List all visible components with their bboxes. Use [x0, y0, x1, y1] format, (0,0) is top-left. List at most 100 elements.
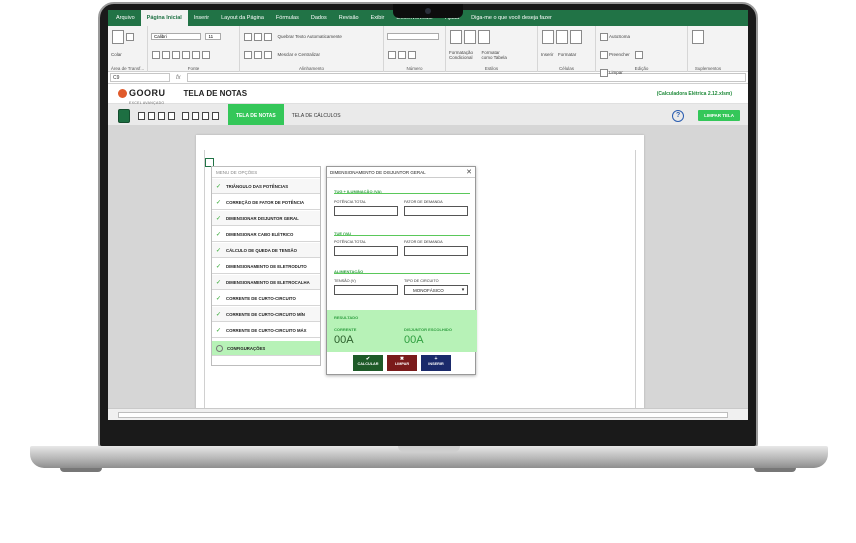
save-icon[interactable]	[138, 111, 145, 120]
tell-me-search[interactable]: Diga-me o que você deseja fazer	[465, 10, 558, 26]
horizontal-scrollbar[interactable]	[108, 408, 748, 420]
tug-total-power-input[interactable]	[334, 206, 398, 216]
clear-screen-button[interactable]: LIMPAR TELA	[698, 110, 740, 121]
underline-icon[interactable]	[172, 50, 180, 59]
menu-item-short-circuit-max[interactable]: ✓ CORRENTE DE CURTO-CIRCUITO MÁX	[212, 322, 320, 338]
format-cells-icon[interactable]	[570, 29, 582, 44]
menu-item-conduit[interactable]: ✓ DIMENSIONAMENTO DE ELETRODUTO	[212, 258, 320, 274]
border-icon[interactable]	[182, 50, 190, 59]
format-table-icon[interactable]	[464, 29, 476, 44]
paste-label[interactable]: Colar	[111, 52, 122, 57]
align-middle-icon[interactable]	[254, 32, 262, 41]
bold-icon[interactable]	[152, 50, 160, 59]
menu-item-settings[interactable]: CONFIGURAÇÕES	[212, 340, 320, 356]
align-right-icon[interactable]	[264, 50, 272, 59]
font-size-select[interactable]: 11	[205, 33, 222, 41]
delete-cells-icon[interactable]	[556, 29, 568, 44]
tab-insert[interactable]: Inserir	[188, 10, 215, 26]
pdf-icon[interactable]	[202, 111, 209, 120]
tab-data[interactable]: Dados	[305, 10, 333, 26]
fill-color-icon[interactable]	[192, 50, 200, 59]
number-format-select[interactable]	[387, 33, 439, 41]
image-icon[interactable]	[148, 111, 155, 120]
help-icon[interactable]: ?	[672, 109, 685, 122]
currency-icon[interactable]	[388, 50, 396, 59]
percent-icon[interactable]	[398, 50, 406, 59]
voltage-input[interactable]	[334, 285, 398, 295]
insert-cells-label[interactable]: Inserir	[541, 52, 554, 57]
cell-styles-icon[interactable]	[478, 29, 490, 44]
cut-icon[interactable]	[126, 32, 134, 41]
tue-total-power-input[interactable]	[334, 246, 398, 256]
circuit-type-select[interactable]: MONOFÁSICO ▾	[404, 285, 468, 295]
align-top-icon[interactable]	[244, 32, 252, 41]
font-color-icon[interactable]	[202, 50, 210, 59]
check-icon: ✓	[216, 199, 222, 206]
excel-icon[interactable]	[118, 108, 130, 123]
close-file-icon[interactable]	[168, 111, 175, 120]
tab-notes-screen[interactable]: TELA DE NOTAS	[228, 103, 284, 128]
tab-review[interactable]: Revisão	[333, 10, 365, 26]
dialog-title: DIMENSIONAMENTO DE DISJUNTOR GERAL ✕	[327, 167, 475, 178]
comma-icon[interactable]	[408, 50, 416, 59]
align-center-icon[interactable]	[254, 50, 262, 59]
font-name-select[interactable]: Calibri	[151, 33, 201, 41]
breaker-label: DISJUNTOR ESCOLHIDO	[404, 327, 452, 332]
menu-item-breaker[interactable]: ✓ DIMENSIONAR DISJUNTOR GERAL	[212, 210, 320, 226]
calculator-icon[interactable]	[182, 111, 189, 120]
check-icon: ✓	[216, 295, 222, 302]
ribbon: Colar Área de Transf... Calibri 11 Fonte…	[108, 26, 748, 77]
find-icon[interactable]	[635, 50, 644, 59]
menu-item-power-triangle[interactable]: ✓ TRIÂNGULO DAS POTÊNCIAS	[212, 178, 320, 194]
paste-icon[interactable]	[112, 29, 124, 44]
clear-button[interactable]: ✖ LIMPAR	[387, 355, 417, 371]
export-icon[interactable]	[158, 111, 165, 120]
supplements-icon[interactable]	[692, 29, 704, 44]
menu-item-voltage-drop[interactable]: ✓ CÁLCULO DE QUEDA DE TENSÃO	[212, 242, 320, 258]
insert-button[interactable]: + INSERIR	[421, 355, 451, 371]
scroll-thumb[interactable]	[118, 411, 728, 418]
document-icon[interactable]	[192, 111, 199, 120]
format-cells-label[interactable]: Formatar	[558, 52, 576, 57]
tab-calc-screen[interactable]: TELA DE CÁLCULOS	[284, 104, 349, 128]
merge-center-button[interactable]: Mesclar e Centralizar	[277, 52, 320, 57]
worksheet-area[interactable]: MENU DE OPÇÕES ✓ TRIÂNGULO DAS POTÊNCIAS …	[108, 125, 748, 415]
autosum-icon[interactable]	[600, 32, 608, 41]
current-value: 00A	[334, 334, 354, 346]
format-table-label[interactable]: Formatar como Tabela	[481, 50, 509, 60]
close-icon[interactable]: ✕	[466, 168, 472, 176]
menu-item-cable-tray[interactable]: ✓ DIMENSIONAMENTO DE ELETROCALHA	[212, 274, 320, 290]
formula-input[interactable]	[186, 73, 746, 82]
tab-home[interactable]: Página Inicial	[140, 10, 188, 26]
fx-icon[interactable]: fx	[176, 75, 181, 81]
fill-icon[interactable]	[600, 50, 608, 59]
italic-icon[interactable]	[162, 50, 170, 59]
conditional-format-label[interactable]: Formatação Condicional	[449, 50, 477, 60]
conditional-format-icon[interactable]	[450, 29, 462, 44]
wrap-text-button[interactable]: Quebrar Texto Automaticamente	[277, 34, 341, 39]
group-number: Número	[384, 26, 446, 72]
menu-item-cable[interactable]: ✓ DIMENSIONAR CABO ELÉTRICO	[212, 226, 320, 242]
tug-demand-factor-label: FATOR DE DEMANDA	[404, 200, 443, 204]
tab-page-layout[interactable]: Layout da Página	[215, 10, 270, 26]
align-left-icon[interactable]	[244, 50, 252, 59]
print-icon[interactable]	[212, 111, 219, 120]
name-box[interactable]: C9	[110, 73, 170, 82]
menu-item-short-circuit-min[interactable]: ✓ CORRENTE DE CURTO-CIRCUITO MÍN	[212, 306, 320, 322]
styles-group-label: Estilos	[484, 66, 499, 71]
insert-cells-icon[interactable]	[542, 29, 554, 44]
calculate-button[interactable]: ✔ CALCULAR	[353, 355, 383, 371]
tab-formulas[interactable]: Fórmulas	[270, 10, 305, 26]
tab-file[interactable]: Arquivo	[110, 10, 141, 26]
tue-demand-factor-input[interactable]	[404, 246, 468, 256]
autosum-label[interactable]: AutoSoma	[609, 34, 630, 39]
tug-demand-factor-input[interactable]	[404, 206, 468, 216]
tab-view[interactable]: Exibir	[365, 10, 391, 26]
clear-label[interactable]: Limpar	[609, 70, 623, 75]
gooru-logo: GOORU EXCEL AVANÇADO	[118, 83, 166, 105]
menu-item-power-factor[interactable]: ✓ CORREÇÃO DE FATOR DE POTÊNCIA	[212, 194, 320, 210]
menu-item-short-circuit[interactable]: ✓ CORRENTE DE CURTO-CIRCUITO	[212, 290, 320, 306]
align-bottom-icon[interactable]	[264, 32, 272, 41]
fill-label[interactable]: Preencher	[609, 52, 630, 57]
group-font: Calibri 11 Fonte	[148, 26, 240, 72]
